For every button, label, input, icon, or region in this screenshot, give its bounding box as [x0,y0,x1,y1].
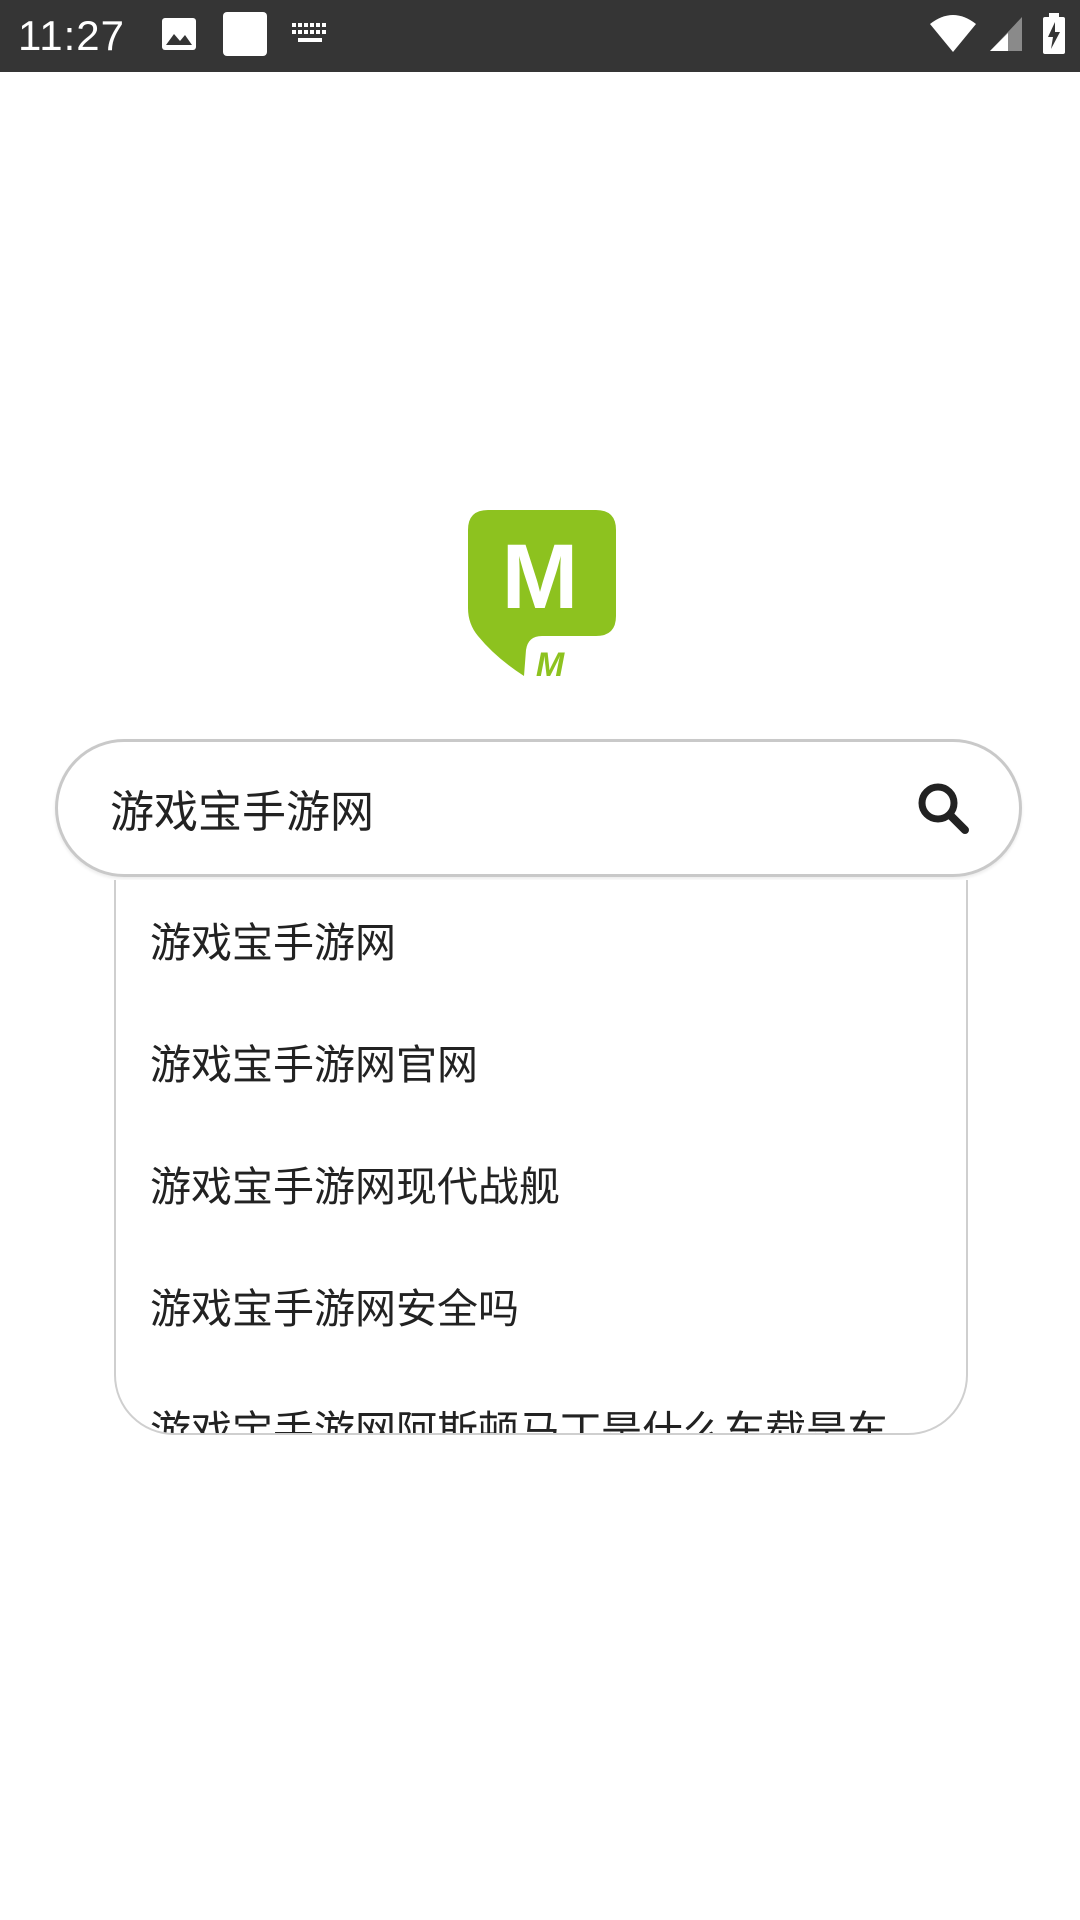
signal-icon [988,15,1024,57]
status-bar: 11:27 [0,0,1080,72]
wifi-icon [928,14,978,58]
svg-text:M: M [536,646,565,680]
search-button[interactable] [915,780,971,836]
suggestion-item[interactable]: 游戏宝手游网官网 [150,1004,950,1126]
suggestion-item[interactable]: 游戏宝手游网阿斯顿马丁是什么车载是车 [150,1370,950,1433]
search-box [55,739,1022,877]
system-icons [918,13,1066,59]
status-time: 11:27 [18,12,125,59]
search-icon [918,783,969,834]
image-icon [160,16,198,56]
suggestion-item[interactable]: 游戏宝手游网现代战舰 [150,1126,950,1248]
suggestions-dropdown: 游戏宝手游网 游戏宝手游网官网 游戏宝手游网现代战舰 游戏宝手游网安全吗 游戏宝… [114,880,968,1435]
app-logo: M M [466,508,618,684]
suggestion-item[interactable]: 游戏宝手游网 [150,882,950,1004]
suggestion-item[interactable]: 游戏宝手游网安全吗 [150,1248,950,1370]
svg-text:M: M [502,526,579,628]
search-input[interactable] [110,742,870,874]
notification-icons [160,11,330,61]
square-notification-icon [222,11,268,61]
battery-charging-icon [1042,13,1066,59]
keyboard-icon [290,21,330,51]
